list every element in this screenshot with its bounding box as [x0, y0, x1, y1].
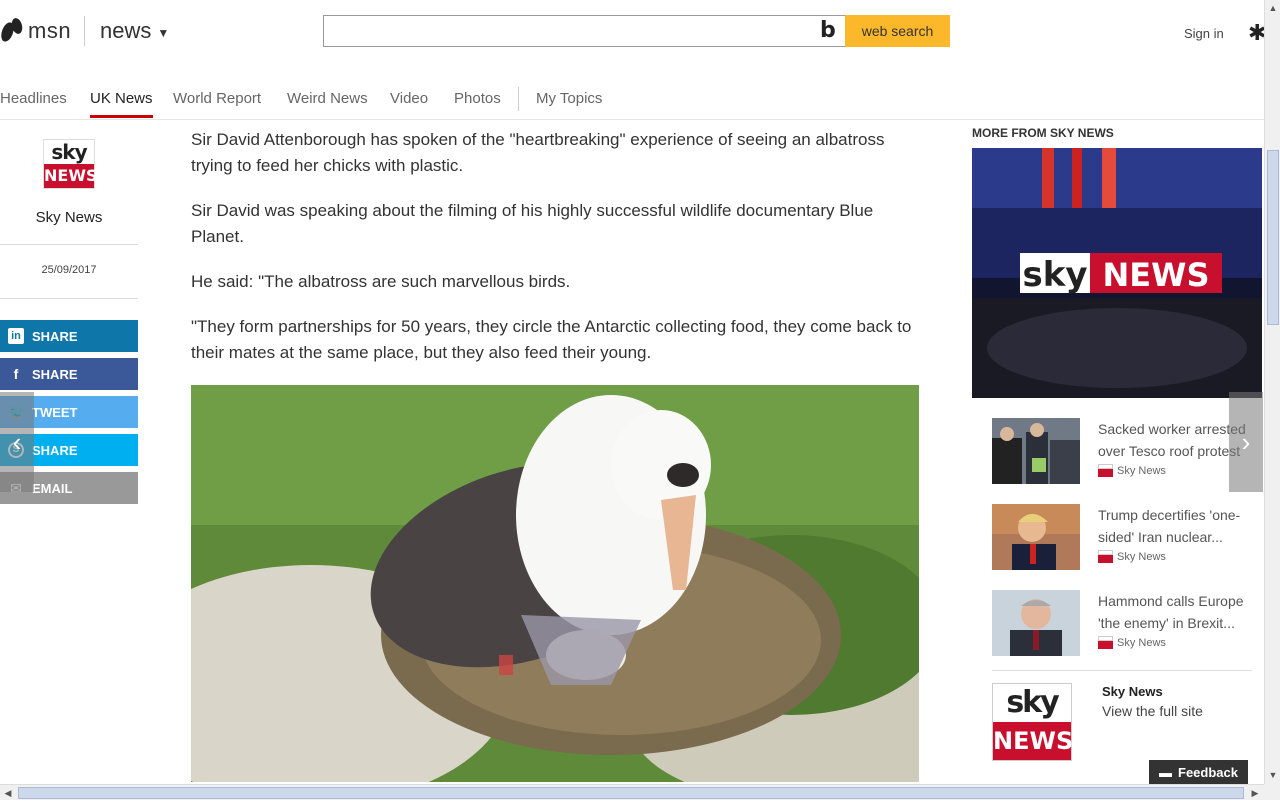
section-label: news: [100, 18, 152, 43]
logo-bottom-text: NEWS: [44, 164, 98, 188]
share-label: SHARE: [32, 366, 78, 382]
hero-logo-sky: sky: [1022, 255, 1087, 295]
linkedin-icon: in: [8, 328, 24, 344]
story-item[interactable]: Trump decertifies 'one-sided' Iran nucle…: [992, 504, 1262, 570]
nav-world-report[interactable]: World Report: [173, 90, 261, 107]
story-source: Sky News: [1098, 550, 1166, 563]
sky-news-mini-logo-icon: [1098, 464, 1113, 477]
feedback-icon: ▬: [1159, 764, 1172, 780]
story-source-name: Sky News: [1117, 550, 1166, 563]
story-title[interactable]: Trump decertifies 'one-sided' Iran nucle…: [1098, 504, 1264, 548]
source-name[interactable]: Sky News: [0, 209, 138, 226]
msn-butterfly-icon: [0, 16, 24, 44]
section-dropdown[interactable]: news ▼: [100, 18, 169, 44]
story-source: Sky News: [1098, 464, 1166, 477]
vertical-scrollbar[interactable]: ▲ ▼: [1264, 0, 1280, 784]
logo-bottom-text: NEWS: [993, 722, 1073, 760]
story-thumbnail: [992, 504, 1080, 570]
scroll-left-icon[interactable]: ◀: [0, 785, 16, 801]
top-bar: msn news ▼ b web search Sign in ✱: [0, 0, 1266, 64]
sky-news-logo[interactable]: sky NEWS: [992, 683, 1073, 761]
horizontal-scroll-thumb[interactable]: [18, 787, 1244, 799]
next-article-arrow-icon[interactable]: ›: [1229, 392, 1263, 492]
hero-logo-news: NEWS: [1103, 256, 1210, 294]
nav-divider: [518, 87, 519, 111]
publish-date: 25/09/2017: [41, 264, 97, 276]
story-title[interactable]: Hammond calls Europe 'the enemy' in Brex…: [1098, 590, 1264, 634]
divider: [0, 244, 138, 245]
view-full-site-link[interactable]: View the full site: [1102, 703, 1203, 719]
more-from-heading: MORE FROM SKY NEWS: [972, 126, 1114, 140]
share-label: SHARE: [32, 328, 78, 344]
nav-video[interactable]: Video: [390, 90, 428, 107]
linkedin-share-button[interactable]: in SHARE: [0, 320, 138, 352]
bing-icon: b: [820, 18, 836, 43]
nav-headlines[interactable]: Headlines: [0, 90, 67, 107]
sky-news-hero-image[interactable]: sky NEWS: [972, 148, 1262, 398]
logo-top-text: sky: [1006, 685, 1059, 720]
msn-logo[interactable]: msn: [0, 16, 72, 44]
feedback-button[interactable]: ▬ Feedback: [1149, 760, 1248, 784]
msn-logo-text: msn: [28, 18, 72, 43]
nav-my-topics[interactable]: My Topics: [536, 90, 602, 107]
nav-uk-news[interactable]: UK News: [90, 90, 153, 118]
article-body: Sir David Attenborough has spoken of the…: [191, 127, 921, 385]
previous-article-arrow-icon[interactable]: ‹: [0, 392, 34, 492]
story-item[interactable]: Sacked worker arrested over Tesco roof p…: [992, 418, 1262, 484]
horizontal-scrollbar[interactable]: ◀ ▶: [0, 784, 1264, 800]
article-paragraph: He said: "The albatross are such marvell…: [191, 272, 571, 291]
story-source-name: Sky News: [1117, 636, 1166, 649]
web-search-button[interactable]: web search: [845, 15, 950, 47]
email-label: EMAIL: [32, 480, 73, 496]
story-thumbnail: [992, 590, 1080, 656]
scroll-down-icon[interactable]: ▼: [1265, 767, 1280, 783]
search-input[interactable]: [323, 15, 847, 47]
feedback-label: Feedback: [1178, 764, 1238, 780]
nav-photos[interactable]: Photos: [454, 90, 501, 107]
chevron-down-icon: ▼: [157, 26, 170, 40]
nav-weird-news[interactable]: Weird News: [287, 90, 368, 107]
story-item[interactable]: Hammond calls Europe 'the enemy' in Brex…: [992, 590, 1262, 656]
tweet-label: TWEET: [32, 404, 78, 420]
scroll-up-icon[interactable]: ▲: [1265, 0, 1280, 16]
divider: [992, 670, 1252, 671]
albatross-photo: [191, 385, 919, 782]
logo-top-text: sky: [51, 140, 87, 164]
article-paragraph: Sir David was speaking about the filming…: [191, 201, 874, 246]
facebook-icon: f: [13, 366, 19, 382]
article-paragraph: "They form partnerships for 50 years, th…: [191, 317, 912, 362]
sky-news-mini-logo-icon: [1098, 636, 1113, 649]
story-source: Sky News: [1098, 636, 1166, 649]
scroll-right-icon[interactable]: ▶: [1247, 785, 1263, 801]
story-thumbnail: [992, 418, 1080, 484]
vertical-scroll-thumb[interactable]: [1267, 150, 1279, 325]
divider: [0, 298, 138, 299]
facebook-share-button[interactable]: f SHARE: [0, 358, 138, 390]
header-divider: [84, 16, 85, 46]
scrollbar-corner: [1264, 784, 1280, 800]
story-source-name: Sky News: [1117, 464, 1166, 477]
sky-news-logo[interactable]: sky NEWS: [43, 139, 98, 189]
sign-in-link[interactable]: Sign in: [1184, 26, 1224, 41]
share-label: SHARE: [32, 442, 78, 458]
article-paragraph: Sir David Attenborough has spoken of the…: [191, 130, 885, 175]
site-name[interactable]: Sky News: [1102, 684, 1163, 699]
sky-news-mini-logo-icon: [1098, 550, 1113, 563]
nav-bar: Headlines UK News World Report Weird New…: [0, 64, 1264, 120]
